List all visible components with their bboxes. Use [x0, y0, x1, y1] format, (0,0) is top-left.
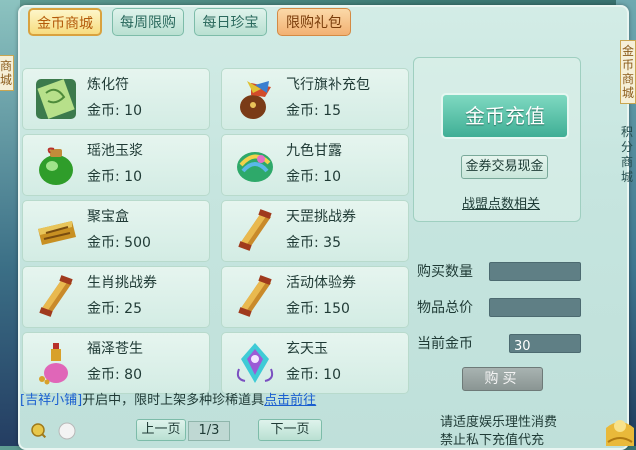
item-price: 金币: 80: [87, 367, 142, 383]
item-card[interactable]: 玄天玉 金币: 10: [221, 332, 409, 394]
item-card[interactable]: 活动体验券 金币: 150: [221, 266, 409, 328]
item-card[interactable]: 炼化符 金币: 10: [22, 68, 210, 130]
item-price: 金币: 15: [286, 103, 341, 119]
scroll-ticket-icon: [238, 275, 272, 317]
item-card[interactable]: 九色甘露 金币: 10: [221, 134, 409, 196]
gourd-bottle-icon: [39, 343, 68, 385]
item-price: 金币: 10: [87, 103, 142, 119]
item-name: 活动体验券: [286, 275, 356, 291]
treasure-box-icon: [38, 221, 76, 245]
item-name: 聚宝盒: [87, 209, 129, 225]
buy-quantity-field[interactable]: [489, 262, 581, 281]
item-price: 金币: 10: [286, 169, 341, 185]
item-price: 金币: 10: [87, 169, 142, 185]
item-card[interactable]: 生肖挑战券 金币: 25: [22, 266, 210, 328]
item-name: 九色甘露: [286, 143, 342, 159]
gold-ingot-icon[interactable]: [604, 398, 636, 446]
item-name: 瑶池玉浆: [87, 143, 143, 159]
prev-page-button[interactable]: 上一页: [136, 419, 186, 441]
item-price: 金币: 500: [87, 235, 151, 251]
next-page-button[interactable]: 下一页: [258, 419, 322, 441]
shop-notice: [吉祥小铺]开启中，限时上架多种珍稀道具点击前往: [20, 389, 316, 408]
buy-button[interactable]: 购买: [462, 367, 543, 391]
item-card[interactable]: 天罡挑战券 金币: 35: [221, 200, 409, 262]
pearl-icon[interactable]: [58, 422, 76, 440]
scroll-ticket-icon: [39, 275, 73, 317]
total-price-field: [489, 298, 581, 317]
current-gold-field: 30: [509, 334, 581, 354]
item-card[interactable]: 飞行旗补充包 金币: 15: [221, 68, 409, 130]
notice-go-link[interactable]: 点击前往: [264, 393, 316, 408]
side-tab-gold-shop[interactable]: 金币商城: [620, 40, 636, 104]
notice-text: 开启中，限时上架多种珍稀道具: [82, 393, 265, 408]
gold-recharge-button[interactable]: 金币充值: [441, 93, 569, 139]
alliance-points-link[interactable]: 战盟点数相关: [462, 193, 540, 212]
item-name: 福泽苍生: [87, 341, 143, 357]
rainbow-gem-icon: [237, 152, 273, 182]
item-price: 金币: 10: [286, 367, 341, 383]
item-card[interactable]: 聚宝盒 金币: 500: [22, 200, 210, 262]
item-name: 玄天玉: [286, 341, 328, 357]
item-name: 生肖挑战券: [87, 275, 157, 291]
item-price: 金币: 25: [87, 301, 142, 317]
scroll-ticket-icon: [238, 209, 272, 251]
item-price: 金币: 35: [286, 235, 341, 251]
item-card[interactable]: 福泽苍生 金币: 80: [22, 332, 210, 394]
notice-shop-name: [吉祥小铺]: [20, 393, 83, 408]
flag-pack-icon: [240, 81, 271, 119]
tip-line-1: 请适度娱乐理性消费: [440, 415, 558, 430]
total-price-label: 物品总价: [417, 300, 473, 316]
item-name: 飞行旗补充包: [286, 77, 370, 93]
item-card[interactable]: 瑶池玉浆 金币: 10: [22, 134, 210, 196]
side-tab-points-shop[interactable]: 积分商城: [620, 125, 634, 185]
jade-pendant-icon: [236, 343, 274, 383]
item-name: 天罡挑战券: [286, 209, 356, 225]
green-jar-icon: [39, 147, 73, 185]
voucher-exchange-button[interactable]: 金券交易现金: [461, 155, 548, 179]
tab-daily-treasure[interactable]: 每日珍宝: [194, 8, 267, 36]
item-name: 炼化符: [87, 77, 129, 93]
tab-weekly-limit[interactable]: 每周限购: [112, 8, 184, 36]
item-price: 金币: 150: [286, 301, 350, 317]
scroll-charm-icon: [36, 79, 76, 119]
buy-quantity-label: 购买数量: [417, 264, 473, 280]
current-gold-label: 当前金币: [417, 336, 473, 352]
tab-limited-gift[interactable]: 限购礼包: [277, 8, 351, 36]
search-coin-icon[interactable]: [30, 422, 48, 440]
tip-line-2: 禁止私下充值代充: [440, 433, 545, 448]
tab-gold-shop[interactable]: 金币商城: [28, 8, 102, 36]
page-indicator: 1/3: [188, 421, 230, 441]
side-tab-shop[interactable]: 商城: [0, 55, 14, 91]
